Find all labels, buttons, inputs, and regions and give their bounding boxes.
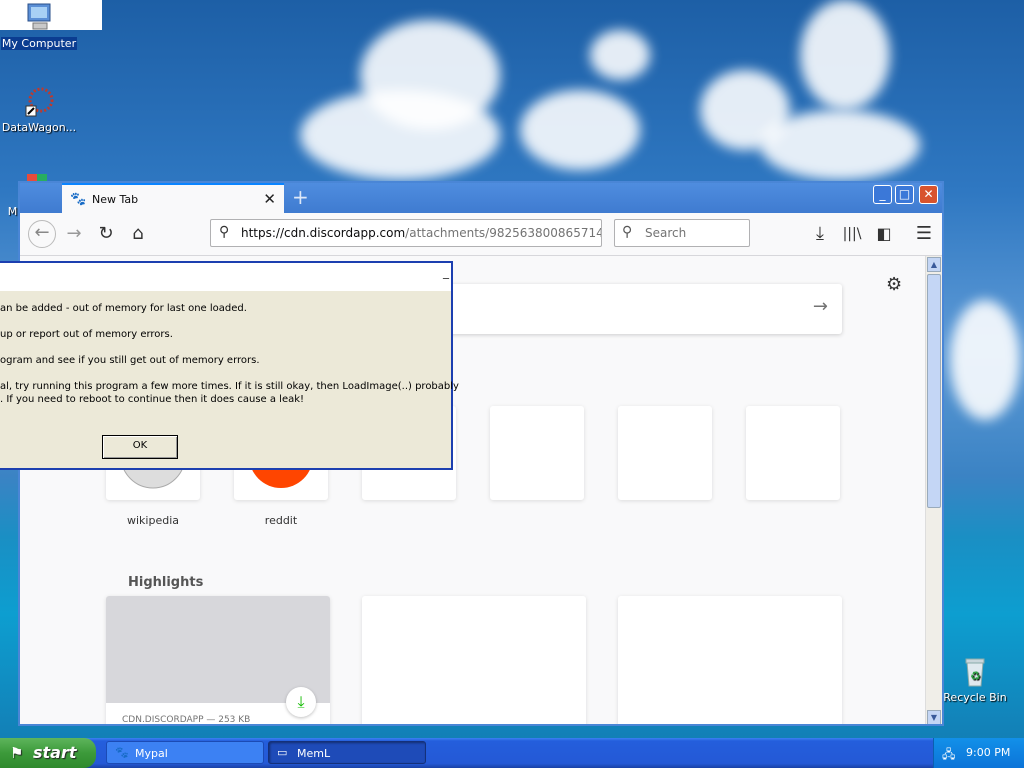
windows-flag-icon: ⚑: [10, 744, 24, 762]
tab-strip: 🐾 New Tab ✕ + _ □ ✕: [20, 183, 942, 213]
search-placeholder: Search: [645, 226, 687, 240]
taskbar-item-label: Mypal: [135, 747, 168, 760]
dialog-message-line: . If you need to reboot to continue then…: [0, 394, 305, 405]
back-button[interactable]: ←: [28, 220, 56, 248]
desktop-icon-recycle-bin[interactable]: ♻ Recycle Bin: [936, 656, 1014, 704]
search-icon: ⚲: [622, 224, 633, 240]
desktop-icon-label: DataWagon...: [1, 121, 77, 134]
recycle-bin-icon: ♻: [959, 656, 991, 688]
cloud: [520, 90, 640, 170]
new-tab-button[interactable]: +: [292, 185, 309, 209]
search-icon: ⚲: [219, 224, 230, 240]
forward-button[interactable]: →: [62, 222, 86, 246]
system-tray: 🖧 9:00 PM: [933, 738, 1024, 768]
navigation-toolbar: ← → ↻ ⌂ ⚲ https://cdn.discordapp.com/att…: [20, 213, 942, 256]
vertical-scrollbar[interactable]: ▲ ▼: [925, 256, 942, 724]
desktop-icon-my-computer[interactable]: My Computer: [0, 2, 78, 50]
taskbar-item-label: MemL: [297, 747, 331, 760]
url-path: /attachments/98256380086571420: [405, 226, 602, 240]
clock[interactable]: 9:00 PM: [966, 746, 1010, 759]
library-button[interactable]: |||\: [840, 222, 864, 246]
start-button[interactable]: ⚑ start: [0, 738, 96, 768]
tab-title: New Tab: [92, 193, 139, 206]
close-tab-icon[interactable]: ✕: [263, 190, 276, 208]
arrow-right-icon[interactable]: →: [813, 296, 828, 317]
dialog-message-line: up or report out of memory errors.: [0, 329, 173, 340]
menu-button[interactable]: ☰: [912, 222, 936, 246]
minimize-icon[interactable]: _: [443, 265, 449, 279]
downloads-button[interactable]: ⤓: [808, 222, 832, 246]
scroll-thumb[interactable]: [927, 274, 941, 508]
gear-icon[interactable]: ⚙: [886, 274, 902, 295]
page-search-box[interactable]: →: [406, 284, 842, 334]
dialog-message-line: ogram and see if you still get out of me…: [0, 355, 260, 366]
mypal-icon: 🐾: [115, 746, 129, 759]
network-icon[interactable]: 🖧: [942, 745, 955, 766]
highlight-card-empty[interactable]: [618, 596, 842, 724]
cloud: [950, 300, 1020, 420]
dialog-message-line: an be added - out of memory for last one…: [0, 303, 247, 314]
highlight-meta: CDN.DISCORDAPP — 253 KB: [122, 715, 251, 725]
close-window-button[interactable]: ✕: [919, 185, 938, 204]
sidebar-button[interactable]: ◧: [872, 222, 896, 246]
cloud: [300, 90, 500, 180]
url-domain: https://cdn.discordapp.com: [241, 226, 406, 240]
topsite-empty[interactable]: [746, 406, 840, 500]
desktop-icon-label: My Computer: [0, 37, 78, 50]
ok-button[interactable]: OK: [102, 435, 178, 459]
maximize-button[interactable]: □: [895, 185, 914, 204]
computer-icon: [23, 2, 55, 34]
url-text[interactable]: https://cdn.discordapp.com/attachments/9…: [241, 226, 602, 240]
window-icon: ▭: [277, 746, 288, 759]
datawagon-icon: [23, 86, 55, 118]
cloud: [760, 110, 920, 180]
highlight-card-empty[interactable]: [362, 596, 586, 724]
search-input[interactable]: ⚲ Search: [614, 219, 750, 247]
tab-new-tab[interactable]: 🐾 New Tab ✕: [62, 183, 284, 213]
desktop-icon-label: Recycle Bin: [943, 691, 1007, 704]
scroll-up-arrow-icon[interactable]: ▲: [927, 257, 941, 272]
taskbar-item-mypal[interactable]: 🐾 Mypal: [106, 741, 264, 764]
cloud: [800, 0, 890, 110]
mypal-favicon-icon: 🐾: [70, 192, 87, 207]
start-label: start: [33, 743, 77, 762]
taskbar-item-meml[interactable]: ▭ MemL: [268, 741, 426, 764]
reload-button[interactable]: ↻: [94, 222, 118, 246]
topsite-empty[interactable]: [490, 406, 584, 500]
download-icon: ⤓: [286, 687, 316, 717]
dialog-message-line: al, try running this program a few more …: [0, 381, 459, 392]
desktop-icon-datawagon[interactable]: DataWagon...: [0, 86, 78, 134]
topsite-label: reddit: [264, 514, 298, 527]
topsite-label: wikipedia: [126, 514, 179, 527]
url-bar[interactable]: ⚲ https://cdn.discordapp.com/attachments…: [210, 219, 602, 247]
minimize-button[interactable]: _: [873, 185, 892, 204]
home-button[interactable]: ⌂: [126, 222, 150, 246]
highlights-heading: Highlights: [128, 575, 204, 590]
svg-text:♻: ♻: [970, 669, 981, 683]
topsite-empty[interactable]: [618, 406, 712, 500]
highlight-card[interactable]: ⤓ CDN.DISCORDAPP — 253 KB: [106, 596, 330, 725]
cloud: [590, 30, 650, 80]
taskbar: ⚑ start 🐾 Mypal ▭ MemL 🖧 9:00 PM: [0, 738, 1024, 768]
message-dialog: _ an be added - out of memory for last o…: [0, 261, 459, 470]
dialog-titlebar: _: [0, 263, 451, 291]
scroll-down-arrow-icon[interactable]: ▼: [927, 710, 941, 724]
